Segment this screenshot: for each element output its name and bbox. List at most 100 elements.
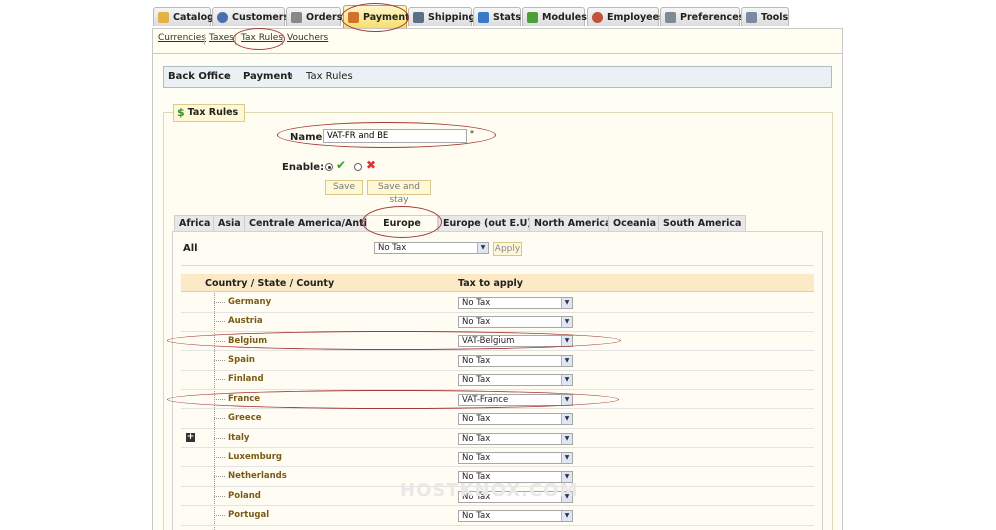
tab-tools[interactable]: Tools [741, 7, 789, 26]
tax-select[interactable]: No Tax ▼ [458, 452, 573, 464]
tab-label: Stats [493, 11, 521, 23]
chevron-down-icon: ▼ [477, 243, 488, 253]
save-and-stay-button[interactable]: Save and stay [367, 180, 431, 205]
watermark: HOSTKNOX.COM [400, 480, 579, 501]
region-tab-europe-out-eu[interactable]: Europe (out E.U) [438, 215, 537, 231]
tree-branch [214, 515, 225, 516]
tax-select[interactable]: No Tax ▼ [458, 510, 573, 522]
puzzle-icon [527, 11, 538, 23]
tax-select[interactable]: No Tax ▼ [458, 374, 573, 386]
row-divider [181, 525, 814, 526]
enable-no-radio[interactable] [354, 163, 362, 171]
cart-icon [291, 11, 302, 23]
country-name: Greece [228, 413, 262, 423]
chevron-down-icon: ▼ [561, 375, 572, 385]
tax-select[interactable]: No Tax ▼ [458, 433, 573, 445]
highlight-ellipse [277, 122, 496, 148]
subnav-taxes[interactable]: Taxes [209, 33, 234, 43]
country-name: Netherlands [228, 471, 287, 481]
enable-yes-radio[interactable] [325, 163, 333, 171]
save-button[interactable]: Save [325, 180, 363, 195]
region-tab-north-america[interactable]: North America [529, 215, 617, 231]
tree-branch [214, 360, 225, 361]
subnav-currencies[interactable]: Currencies [158, 33, 206, 43]
table-header: Country / State / County Tax to apply [181, 274, 814, 292]
enable-label: Enable: [282, 162, 325, 173]
select-value: No Tax [462, 511, 491, 521]
tax-select[interactable]: No Tax ▼ [458, 297, 573, 309]
region-tab-oceania[interactable]: Oceania [608, 215, 661, 231]
column-country: Country / State / County [205, 278, 335, 289]
divider [181, 265, 814, 266]
row-divider [181, 370, 814, 371]
subnav-divider [204, 34, 205, 45]
apply-button[interactable]: Apply [493, 242, 522, 256]
breadcrumb-current: Tax Rules [306, 71, 353, 82]
tab-orders[interactable]: Orders [286, 7, 343, 26]
tab-preferences[interactable]: Preferences [660, 7, 744, 26]
select-value: No Tax [462, 356, 491, 366]
tree-branch [214, 379, 225, 380]
tree-branch [214, 457, 225, 458]
country-name: Finland [228, 374, 264, 384]
country-name: Portugal [228, 510, 270, 520]
country-name: Spain [228, 355, 255, 365]
country-name: Italy [228, 433, 250, 443]
chevron-down-icon: ▼ [561, 414, 572, 424]
tax-select[interactable]: No Tax ▼ [458, 355, 573, 367]
region-tab-south-america[interactable]: South America [658, 215, 747, 231]
tab-modules[interactable]: Modules [522, 7, 587, 26]
tree-branch [214, 321, 225, 322]
row-divider [181, 428, 814, 429]
chart-icon [478, 11, 489, 23]
row-divider [181, 447, 814, 448]
breadcrumb-payment[interactable]: Payment [243, 67, 292, 87]
select-value: No Tax [378, 243, 407, 253]
preferences-icon [665, 11, 676, 23]
tree-line [214, 293, 215, 530]
subnav-vouchers[interactable]: Vouchers [287, 33, 328, 43]
highlight-ellipse [233, 28, 285, 50]
tab-employees[interactable]: Employees [587, 7, 665, 26]
truck-icon [413, 11, 424, 23]
country-name: Luxemburg [228, 452, 282, 462]
employee-icon [592, 11, 603, 23]
tab-label: Orders [306, 11, 343, 23]
highlight-ellipse [167, 331, 621, 350]
tree-branch [214, 496, 225, 497]
country-name: Germany [228, 297, 272, 307]
row-divider [181, 350, 814, 351]
tax-select[interactable]: No Tax ▼ [458, 316, 573, 328]
chevron-down-icon: ▼ [561, 356, 572, 366]
tab-catalog[interactable]: Catalog [153, 7, 214, 26]
breadcrumb-back-office[interactable]: Back Office [168, 67, 231, 87]
folder-icon [158, 11, 169, 23]
country-name: Austria [228, 316, 263, 326]
tab-label: Employees [607, 11, 665, 23]
all-tax-select[interactable]: No Tax ▼ [374, 242, 489, 254]
tab-label: Preferences [680, 11, 745, 23]
tab-label: Customers [232, 11, 290, 23]
row-divider [181, 389, 814, 390]
chevron-down-icon: ▼ [561, 298, 572, 308]
region-tab-asia[interactable]: Asia [213, 215, 246, 231]
check-icon: ✔ [336, 158, 347, 172]
tab-customers[interactable]: Customers [212, 7, 289, 26]
highlight-ellipse [341, 3, 409, 32]
select-value: No Tax [462, 414, 491, 424]
select-value: No Tax [462, 453, 491, 463]
chevron-down-icon: ▼ [561, 317, 572, 327]
column-tax: Tax to apply [458, 278, 523, 289]
legend-label: Tax Rules [187, 107, 239, 118]
chevron-right-icon: › [289, 71, 294, 82]
row-divider [181, 408, 814, 409]
tab-stats[interactable]: Stats [473, 7, 521, 26]
row-divider [181, 312, 814, 313]
tax-select[interactable]: No Tax ▼ [458, 413, 573, 425]
expand-plus-icon[interactable]: + [186, 433, 195, 442]
region-tab-africa[interactable]: Africa [174, 215, 216, 231]
tab-label: Shipping [428, 11, 476, 23]
tab-shipping[interactable]: Shipping [408, 7, 476, 26]
tree-branch [214, 302, 225, 303]
tab-label: Modules [542, 11, 587, 23]
